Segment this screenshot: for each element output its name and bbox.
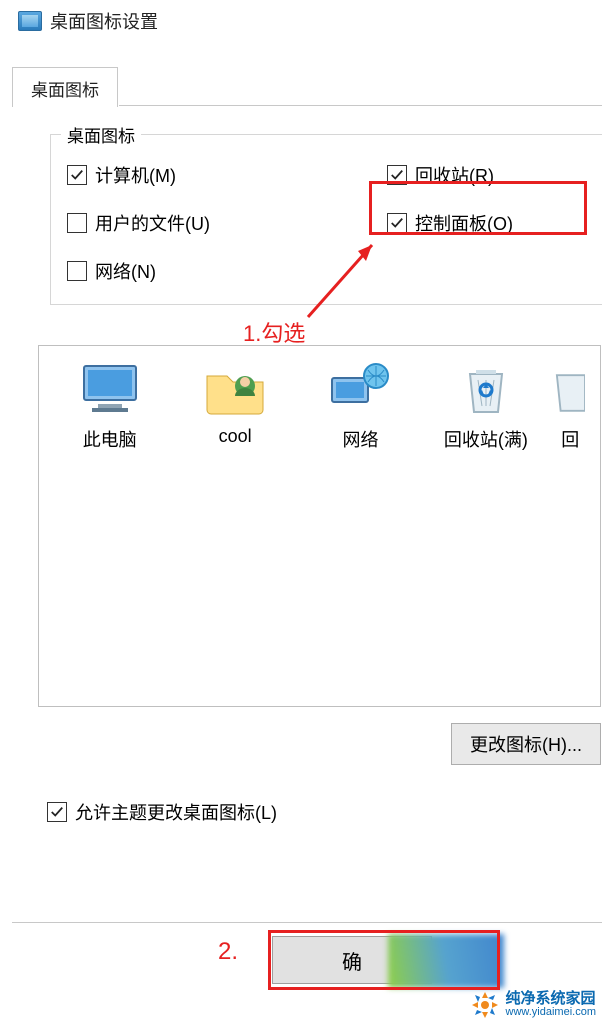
ok-button-label: 确 (342, 946, 362, 975)
recycle-bin-full-icon (454, 360, 518, 416)
dialog-button-separator (12, 922, 602, 923)
icon-label: cool (219, 426, 252, 447)
icon-label: 网络 (342, 426, 378, 452)
checkbox-label: 用户的文件(U) (95, 210, 210, 236)
change-icon-row: 更改图标(H)... (38, 723, 601, 765)
watermark: 纯净系统家园 www.yidaimei.com (470, 990, 596, 1020)
blurred-region (388, 934, 504, 988)
annotation-step2: 2. (218, 938, 238, 966)
checkbox-box (387, 213, 407, 233)
icon-item-recyclefull[interactable]: 回收站(满) (423, 360, 548, 706)
tab-header: 桌面图标 (12, 68, 602, 106)
checkbox-label: 允许主题更改桌面图标(L) (75, 799, 277, 825)
checkbox-box (67, 165, 87, 185)
checkbox-label: 网络(N) (95, 258, 156, 284)
checkbox-box (47, 802, 67, 822)
monitor-icon (18, 11, 42, 31)
check-icon (390, 216, 404, 230)
watermark-url: www.yidaimei.com (506, 1007, 596, 1019)
checkbox-label: 回收站(R) (415, 162, 494, 188)
checkbox-box (67, 261, 87, 281)
watermark-logo-icon (470, 990, 500, 1020)
tab-desktop-icons[interactable]: 桌面图标 (12, 67, 118, 107)
checkbox-box (67, 213, 87, 233)
checkbox-box (387, 165, 407, 185)
checkbox-label: 控制面板(O) (415, 210, 513, 236)
checkbox-allow-theme[interactable]: 允许主题更改桌面图标(L) (47, 799, 602, 825)
change-icon-button[interactable]: 更改图标(H)... (451, 723, 601, 765)
annotation-step1: 1.勾选 (243, 316, 305, 348)
check-icon (70, 168, 84, 182)
icon-label: 回收站(满) (444, 426, 528, 452)
icon-preview-list[interactable]: 此电脑 cool 网络 回收站(满) 回 (38, 345, 601, 707)
checkbox-network[interactable]: 网络(N) (67, 258, 387, 284)
tab-body: 桌面图标 计算机(M) 用户的文件(U) 网络(N (12, 106, 602, 305)
icon-label: 回 (561, 426, 579, 452)
icon-label: 此电脑 (83, 426, 137, 452)
checkbox-controlpanel[interactable]: 控制面板(O) (387, 210, 513, 236)
watermark-title: 纯净系统家园 (506, 991, 596, 1007)
desktop-icons-group: 桌面图标 计算机(M) 用户的文件(U) 网络(N (50, 134, 602, 305)
window-title-bar: 桌面图标设置 (0, 0, 602, 40)
checkbox-userfiles[interactable]: 用户的文件(U) (67, 210, 387, 236)
checkbox-recyclebin[interactable]: 回收站(R) (387, 162, 513, 188)
computer-icon (78, 360, 142, 416)
icon-item-thispc[interactable]: 此电脑 (47, 360, 172, 706)
user-folder-icon (203, 360, 267, 416)
recycle-bin-icon (555, 360, 585, 416)
icon-item-cutoff[interactable]: 回 (549, 360, 592, 706)
checkbox-label: 计算机(M) (95, 162, 176, 188)
tab-host: 桌面图标 桌面图标 计算机(M) 用户的文件(U) (12, 68, 602, 305)
icon-item-user[interactable]: cool (172, 360, 297, 706)
checkbox-computer[interactable]: 计算机(M) (67, 162, 387, 188)
network-icon (328, 360, 392, 416)
checkbox-area: 计算机(M) 用户的文件(U) 网络(N) (67, 162, 602, 284)
window-title: 桌面图标设置 (50, 8, 158, 34)
group-legend: 桌面图标 (61, 122, 141, 147)
check-icon (50, 805, 64, 819)
icon-item-network[interactable]: 网络 (298, 360, 423, 706)
check-icon (390, 168, 404, 182)
